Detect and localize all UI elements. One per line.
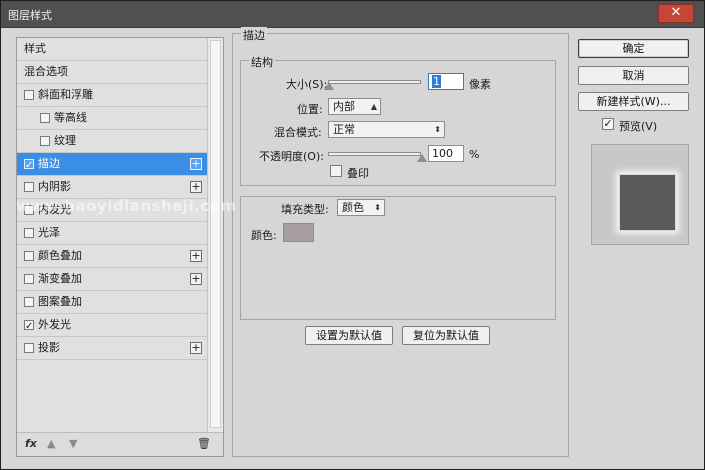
chevron-updown-icon: ▲	[370, 102, 377, 111]
fill-type-value: 颜色	[342, 201, 364, 214]
chevron-updown-icon: ⬍	[374, 203, 381, 212]
size-value: 1	[432, 75, 441, 88]
opacity-unit: %	[469, 148, 480, 161]
chevron-updown-icon: ⬍	[434, 125, 441, 134]
style-item[interactable]: 外发光	[17, 314, 207, 338]
style-item-checkbox[interactable]	[24, 251, 34, 261]
add-effect-icon[interactable]: +	[190, 273, 202, 285]
style-item-label: 图案叠加	[38, 295, 82, 308]
style-item-checkbox[interactable]	[24, 90, 34, 100]
styles-header-label: 样式	[24, 42, 46, 55]
style-item[interactable]: 渐变叠加 +	[17, 268, 207, 291]
style-item[interactable]: 颜色叠加 +	[17, 245, 207, 268]
position-select[interactable]: 内部 ▲	[328, 98, 381, 115]
add-effect-icon[interactable]: +	[190, 250, 202, 262]
style-item-label: 颜色叠加	[38, 249, 82, 262]
style-item-checkbox[interactable]	[24, 316, 34, 338]
position-value: 内部	[333, 100, 355, 113]
new-style-button[interactable]: 新建样式(W)...	[578, 92, 689, 111]
color-label: 颜色:	[251, 229, 277, 242]
preview-label: 预览(V)	[619, 120, 658, 133]
overprint-checkbox[interactable]	[330, 165, 342, 177]
color-swatch[interactable]	[283, 223, 314, 242]
style-item-checkbox[interactable]	[24, 155, 34, 177]
cancel-button[interactable]: 取消	[578, 66, 689, 85]
style-item-checkbox[interactable]	[40, 136, 50, 146]
opacity-slider-thumb[interactable]	[417, 154, 427, 162]
arrow-up-icon[interactable]: ▲	[47, 437, 55, 450]
ok-button[interactable]: 确定	[578, 39, 689, 58]
style-item-checkbox[interactable]	[24, 274, 34, 284]
add-effect-icon[interactable]: +	[190, 181, 202, 193]
dialog-body: 样式 混合选项斜面和浮雕等高线纹理描边+内阴影+内发光光泽颜色叠加+渐变叠加+图…	[8, 27, 698, 463]
style-item-label: 描边	[38, 157, 60, 170]
style-item[interactable]: 光泽	[17, 222, 207, 245]
overprint-label: 叠印	[347, 167, 369, 180]
style-item-label: 投影	[38, 341, 60, 354]
styles-header[interactable]: 样式	[17, 38, 207, 61]
style-item[interactable]: 纹理	[17, 130, 207, 153]
style-item-checkbox[interactable]	[24, 182, 34, 192]
opacity-slider[interactable]	[328, 152, 421, 156]
style-item-checkbox[interactable]	[24, 228, 34, 238]
preview-checkbox[interactable]: ✓	[602, 118, 614, 130]
stroke-settings: 描边 结构 大小(S): 1 像素 位置: 内部 ▲ 混合模式: 正常 ⬍ 不透明度…	[232, 27, 569, 457]
trash-icon[interactable]: 🗑	[197, 437, 211, 450]
style-item[interactable]: 混合选项	[17, 61, 207, 84]
stroke-section-title: 描边	[241, 27, 267, 43]
style-item-label: 等高线	[54, 111, 87, 124]
position-label: 位置:	[297, 103, 323, 116]
window-title: 图层样式	[8, 9, 52, 22]
style-item[interactable]: 内阴影 +	[17, 176, 207, 199]
structure-group: 结构 大小(S): 1 像素 位置: 内部 ▲ 混合模式: 正常 ⬍ 不透明度(O)…	[240, 54, 556, 186]
size-unit: 像素	[469, 78, 491, 91]
style-item-checkbox[interactable]	[24, 297, 34, 307]
preview-thumbnail	[619, 174, 676, 231]
layer-style-dialog: 图层样式 ✕ 样式 混合选项斜面和浮雕等高线纹理描边+内阴影+内发光光泽颜色叠加…	[0, 0, 705, 470]
style-item-label: 渐变叠加	[38, 272, 82, 285]
style-preview	[591, 144, 689, 245]
reset-default-button[interactable]: 复位为默认值	[402, 326, 490, 345]
style-item-label: 内阴影	[38, 180, 71, 193]
styles-list-panel: 样式 混合选项斜面和浮雕等高线纹理描边+内阴影+内发光光泽颜色叠加+渐变叠加+图…	[16, 37, 224, 457]
title-bar: 图层样式 ✕	[1, 1, 704, 28]
fill-type-label: 填充类型:	[281, 203, 329, 216]
blend-mode-label: 混合模式:	[274, 126, 322, 139]
style-item-checkbox[interactable]	[24, 343, 34, 353]
size-slider[interactable]	[328, 80, 421, 84]
style-item-label: 光泽	[38, 226, 60, 239]
structure-title: 结构	[249, 54, 275, 70]
styles-list-footer: fx ▲ ▼ 🗑	[17, 432, 223, 456]
add-effect-icon[interactable]: +	[190, 158, 202, 170]
style-item-checkbox[interactable]	[40, 113, 50, 123]
make-default-button[interactable]: 设置为默认值	[305, 326, 393, 345]
opacity-input[interactable]: 100	[428, 145, 464, 162]
fill-type-select[interactable]: 颜色 ⬍	[337, 199, 385, 216]
size-input[interactable]: 1	[428, 73, 464, 90]
opacity-label: 不透明度(O):	[259, 150, 324, 163]
styles-list: 样式 混合选项斜面和浮雕等高线纹理描边+内阴影+内发光光泽颜色叠加+渐变叠加+图…	[17, 38, 207, 432]
scrollbar-thumb[interactable]	[210, 40, 221, 428]
close-icon[interactable]: ✕	[658, 4, 694, 23]
opacity-value: 100	[432, 147, 453, 160]
style-item[interactable]: 斜面和浮雕	[17, 84, 207, 107]
style-item[interactable]: 图案叠加	[17, 291, 207, 314]
style-item-label: 混合选项	[24, 65, 68, 78]
size-slider-thumb[interactable]	[324, 82, 334, 90]
blend-mode-select[interactable]: 正常 ⬍	[328, 121, 445, 138]
blend-mode-value: 正常	[333, 123, 355, 136]
fill-group: 填充类型: 颜色 ⬍ 颜色:	[240, 196, 556, 320]
arrow-down-icon[interactable]: ▼	[69, 437, 77, 450]
style-item-label: 斜面和浮雕	[38, 88, 93, 101]
style-item-label: 外发光	[38, 318, 71, 331]
size-label: 大小(S):	[286, 78, 328, 91]
style-item-label: 纹理	[54, 134, 76, 147]
style-item[interactable]: 描边 +	[17, 153, 207, 177]
add-effect-icon[interactable]: +	[190, 342, 202, 354]
styles-list-scrollbar[interactable]	[207, 38, 223, 432]
fx-button[interactable]: fx	[25, 437, 37, 450]
watermark: www.haoyidiansheji.com	[16, 197, 237, 215]
style-item[interactable]: 等高线	[17, 107, 207, 130]
style-item[interactable]: 投影 +	[17, 337, 207, 360]
